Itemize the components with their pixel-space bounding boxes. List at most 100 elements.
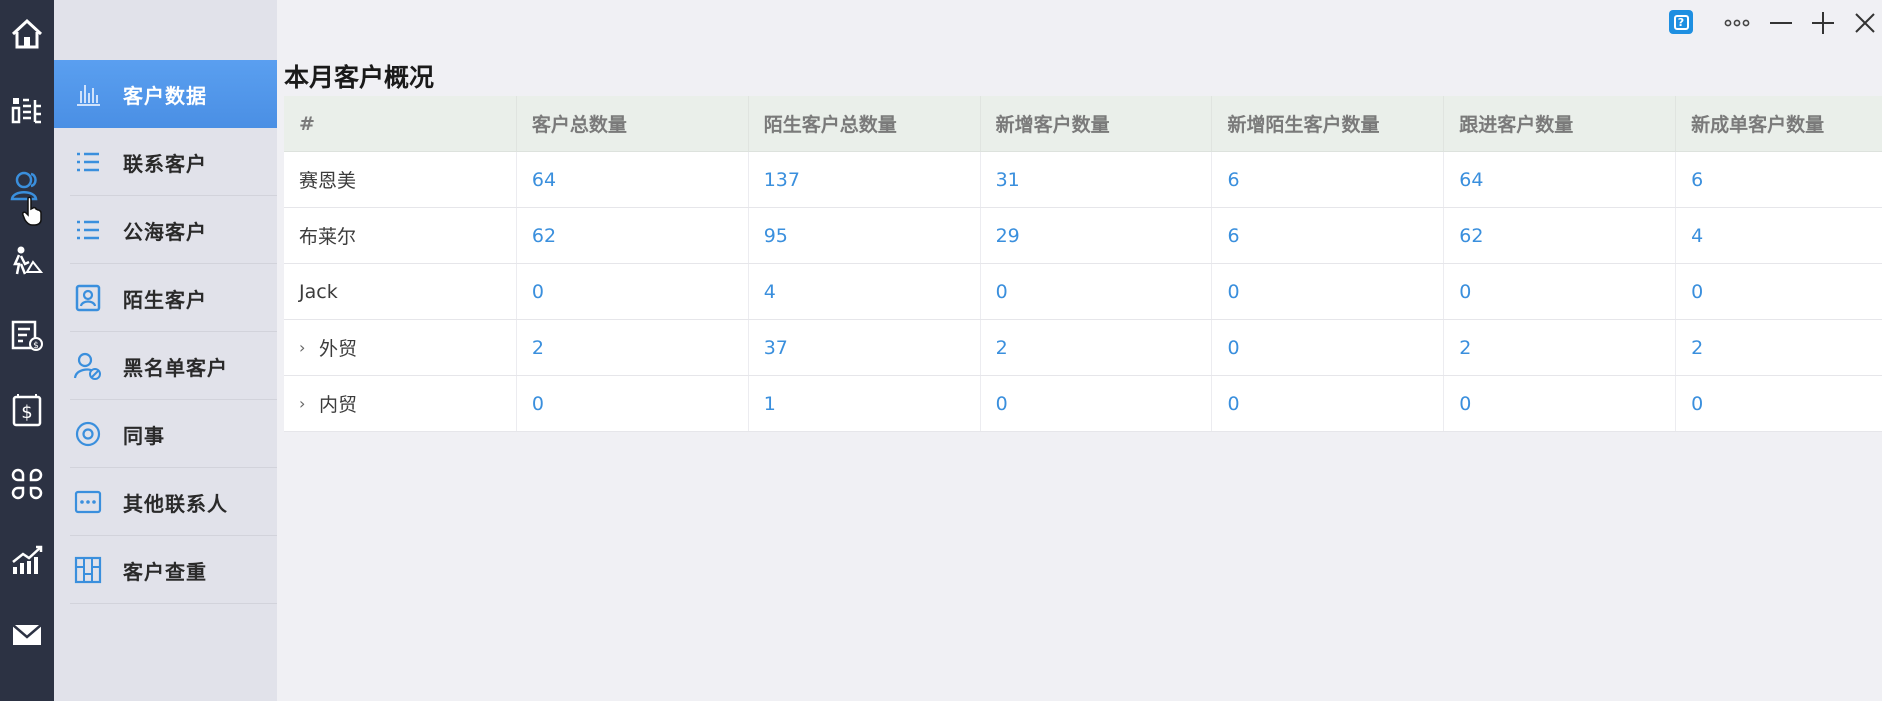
plus-icon xyxy=(1812,12,1834,34)
column-header[interactable]: 跟进客户数量 xyxy=(1444,96,1677,151)
sidebar-item-label: 黑名单客户 xyxy=(123,355,228,380)
mail-icon[interactable] xyxy=(0,604,54,664)
sidebar-item-blacklist-customers[interactable]: 黑名单客户 xyxy=(54,332,277,400)
cell-value[interactable]: 6 xyxy=(1212,152,1445,207)
help-button[interactable]: ? xyxy=(1669,10,1693,34)
cell-value[interactable]: 0 xyxy=(981,376,1213,431)
customer-overview-table: # 客户总数量 陌生客户总数量 新增客户数量 新增陌生客户数量 跟进客户数量 新… xyxy=(284,96,1882,432)
cell-value[interactable]: 0 xyxy=(517,376,749,431)
cell-value[interactable]: 2 xyxy=(517,320,749,375)
close-button[interactable] xyxy=(1850,8,1880,38)
sidebar-item-label: 联系客户 xyxy=(123,151,207,176)
org-chart-icon[interactable] xyxy=(0,80,54,140)
page-title: 本月客户概况 xyxy=(284,63,435,92)
table-row[interactable]: 布莱尔 62 95 29 6 62 4 xyxy=(284,208,1882,264)
sidebar-item-label: 客户查重 xyxy=(123,559,207,584)
apps-icon[interactable] xyxy=(0,454,54,514)
cell-value[interactable]: 29 xyxy=(981,208,1213,263)
sidebar-item-colleagues[interactable]: 同事 xyxy=(54,400,277,468)
cell-value[interactable]: 0 xyxy=(1676,264,1882,319)
svg-text:$: $ xyxy=(33,341,39,351)
sidebar-item-label: 公海客户 xyxy=(123,219,207,244)
column-header[interactable]: 新成单客户数量 xyxy=(1676,96,1882,151)
home-icon[interactable] xyxy=(0,4,54,64)
cell-value[interactable]: 64 xyxy=(517,152,749,207)
more-dots-icon xyxy=(1724,19,1750,27)
blocked-user-icon xyxy=(71,349,105,383)
cell-value[interactable]: 2 xyxy=(981,320,1213,375)
cell-value[interactable]: 0 xyxy=(1444,376,1677,431)
cell-value[interactable]: 62 xyxy=(1444,208,1677,263)
svg-text:$: $ xyxy=(21,402,32,423)
invoice-icon[interactable]: $ xyxy=(0,306,54,366)
divider xyxy=(70,603,277,604)
contact-card-icon xyxy=(71,281,105,315)
maximize-button[interactable] xyxy=(1808,8,1838,38)
dollar-icon[interactable]: $ xyxy=(0,380,54,440)
sidebar-item-contact-customers[interactable]: 联系客户 xyxy=(54,128,277,196)
cell-value[interactable]: 4 xyxy=(1676,208,1882,263)
mouse-pointer-icon xyxy=(22,196,42,226)
cell-value[interactable]: 0 xyxy=(1212,264,1445,319)
cell-value[interactable]: 95 xyxy=(749,208,981,263)
cell-value[interactable]: 1 xyxy=(749,376,981,431)
row-name: 赛恩美 xyxy=(284,152,517,207)
table-row[interactable]: › 内贸 0 1 0 0 0 0 xyxy=(284,376,1882,432)
cell-value[interactable]: 6 xyxy=(1676,152,1882,207)
cell-value[interactable]: 37 xyxy=(749,320,981,375)
cell-value[interactable]: 0 xyxy=(1212,376,1445,431)
cell-value[interactable]: 64 xyxy=(1444,152,1677,207)
group-name: 外贸 xyxy=(319,338,358,360)
sidebar-item-label: 同事 xyxy=(123,423,165,448)
column-header[interactable]: 陌生客户总数量 xyxy=(749,96,981,151)
table-row[interactable]: › 外贸 2 37 2 0 2 2 xyxy=(284,320,1882,376)
row-name: 布莱尔 xyxy=(284,208,517,263)
group-name: 内贸 xyxy=(319,394,358,416)
more-dots-icon xyxy=(71,485,105,519)
close-icon xyxy=(1855,13,1875,33)
cell-value[interactable]: 4 xyxy=(749,264,981,319)
sidebar-item-customer-data[interactable]: 客户数据 xyxy=(54,60,277,128)
row-name-group[interactable]: › 外贸 xyxy=(284,320,517,375)
minimize-button[interactable] xyxy=(1766,8,1796,38)
cell-value[interactable]: 137 xyxy=(749,152,981,207)
cell-value[interactable]: 6 xyxy=(1212,208,1445,263)
cell-value[interactable]: 0 xyxy=(1212,320,1445,375)
field-work-icon[interactable] xyxy=(0,230,54,290)
cell-value[interactable]: 0 xyxy=(517,264,749,319)
cell-value[interactable]: 31 xyxy=(981,152,1213,207)
bar-chart-icon xyxy=(71,77,105,111)
sidebar-item-label: 其他联系人 xyxy=(123,491,228,516)
cell-value[interactable]: 2 xyxy=(1444,320,1677,375)
table-row[interactable]: Jack 0 4 0 0 0 0 xyxy=(284,264,1882,320)
column-header[interactable]: # xyxy=(284,96,517,151)
main-rail: $ $ xyxy=(0,0,54,701)
grid-icon xyxy=(71,553,105,587)
list-icon xyxy=(71,145,105,179)
column-header[interactable]: 客户总数量 xyxy=(517,96,749,151)
table-row[interactable]: 赛恩美 64 137 31 6 64 6 xyxy=(284,152,1882,208)
cell-value[interactable]: 0 xyxy=(1444,264,1677,319)
cell-value[interactable]: 2 xyxy=(1676,320,1882,375)
row-name-group[interactable]: › 内贸 xyxy=(284,376,517,431)
customer-submenu: 客户数据 联系客户 公海客户 陌生客户 黑名单客户 同事 其他联系人 客户查重 xyxy=(54,0,277,701)
cell-value[interactable]: 0 xyxy=(1676,376,1882,431)
analytics-icon[interactable] xyxy=(0,530,54,590)
table-header: # 客户总数量 陌生客户总数量 新增客户数量 新增陌生客户数量 跟进客户数量 新… xyxy=(284,96,1882,152)
sidebar-item-stranger-customers[interactable]: 陌生客户 xyxy=(54,264,277,332)
row-name: Jack xyxy=(284,264,517,319)
chevron-right-icon[interactable]: › xyxy=(299,394,309,413)
chevron-right-icon[interactable]: › xyxy=(299,338,309,357)
cell-value[interactable]: 0 xyxy=(981,264,1213,319)
help-icon: ? xyxy=(1673,14,1689,30)
more-options-button[interactable] xyxy=(1722,8,1752,38)
sidebar-item-label: 陌生客户 xyxy=(123,287,207,312)
sidebar-item-duplicate-check[interactable]: 客户查重 xyxy=(54,536,277,604)
minimize-icon xyxy=(1770,22,1792,24)
column-header[interactable]: 新增客户数量 xyxy=(981,96,1213,151)
sidebar-item-other-contacts[interactable]: 其他联系人 xyxy=(54,468,277,536)
sidebar-item-label: 客户数据 xyxy=(123,83,207,108)
cell-value[interactable]: 62 xyxy=(517,208,749,263)
column-header[interactable]: 新增陌生客户数量 xyxy=(1212,96,1445,151)
sidebar-item-public-customers[interactable]: 公海客户 xyxy=(54,196,277,264)
